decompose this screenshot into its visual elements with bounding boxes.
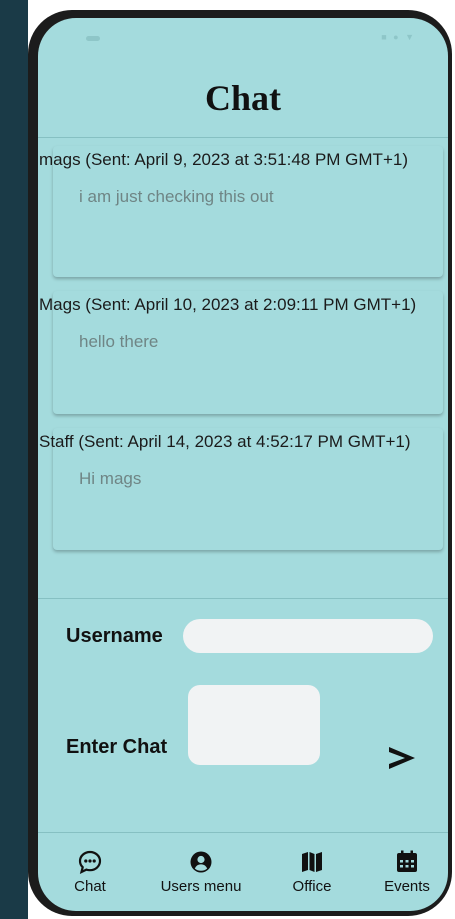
message-card: Staff (Sent: April 14, 2023 at 4:52:17 P… — [39, 428, 443, 550]
send-button[interactable] — [383, 738, 423, 774]
page-title: Chat — [204, 77, 281, 118]
window-edge — [0, 0, 28, 919]
nav-item-users-menu[interactable]: Users menu — [147, 849, 255, 895]
map-icon — [302, 852, 322, 872]
nav-label: Users menu — [160, 878, 242, 895]
message-text: Hi mags — [79, 469, 142, 488]
nav-label: Office — [292, 878, 332, 895]
message-text: i am just checking this out — [79, 187, 274, 206]
nav-item-office[interactable]: Office — [282, 849, 342, 895]
camera-pill — [86, 36, 100, 41]
status-bar: ■ ● ▼ — [38, 18, 448, 58]
message-card: Mags (Sent: April 10, 2023 at 2:09:11 PM… — [39, 291, 443, 414]
calendar-icon — [397, 850, 417, 872]
user-circle-icon — [190, 851, 212, 873]
nav-item-chat[interactable]: Chat — [60, 849, 120, 895]
message-header: Staff (Sent: April 14, 2023 at 4:52:17 P… — [39, 432, 411, 451]
message-list[interactable]: mags (Sent: April 9, 2023 at 3:51:48 PM … — [39, 146, 443, 564]
nav-item-events[interactable]: Events — [374, 849, 440, 895]
nav-label: Chat — [74, 878, 106, 895]
message-card: mags (Sent: April 9, 2023 at 3:51:48 PM … — [39, 146, 443, 277]
header: Chat — [38, 58, 448, 138]
nav-label: Events — [384, 878, 430, 895]
message-header: mags (Sent: April 9, 2023 at 3:51:48 PM … — [39, 150, 408, 169]
enter-chat-label: Enter Chat — [66, 736, 168, 758]
message-header: Mags (Sent: April 10, 2023 at 2:09:11 PM… — [39, 295, 417, 314]
username-label: Username — [66, 625, 163, 647]
username-input[interactable] — [183, 619, 433, 653]
chat-bubble-icon — [78, 850, 102, 875]
status-icons: ■ ● ▼ — [381, 32, 416, 42]
chat-input[interactable] — [188, 685, 320, 765]
divider — [38, 598, 448, 599]
message-text: hello there — [79, 332, 159, 351]
bottom-nav: Chat Users menu Office Events — [38, 833, 448, 911]
phone-screen: ■ ● ▼ Chat mags (Sent: April 9, 2023 at … — [38, 18, 448, 911]
send-icon — [389, 747, 415, 769]
